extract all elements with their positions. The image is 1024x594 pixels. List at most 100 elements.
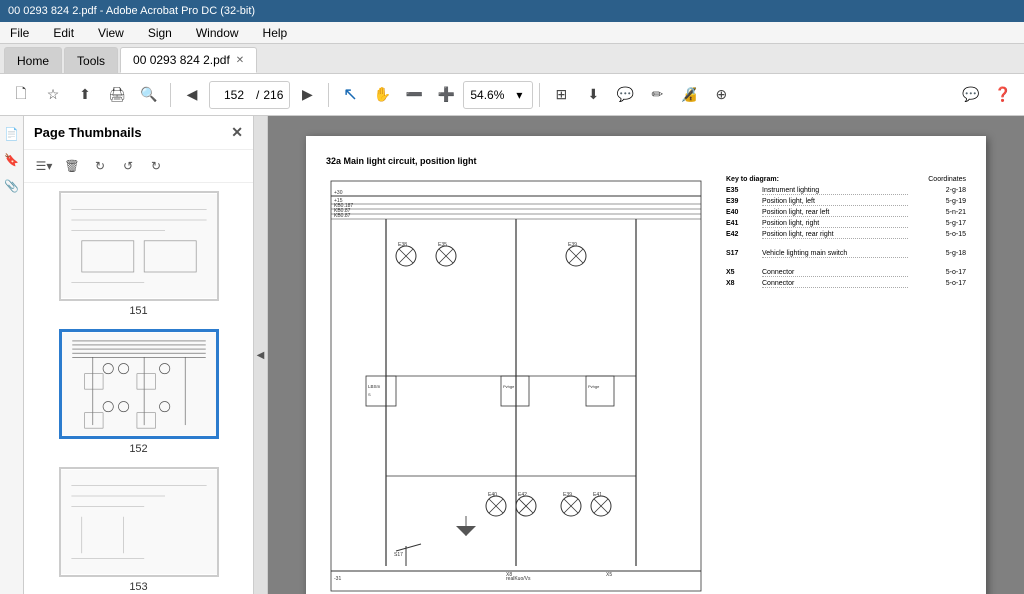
key-code-e40: E40: [726, 209, 754, 216]
svg-text:S17: S17: [394, 552, 403, 558]
pen-button[interactable]: ✏: [642, 80, 672, 110]
thumbnail-152[interactable]: 152: [32, 329, 245, 455]
hand-tool-button[interactable]: ✋: [367, 80, 397, 110]
key-code-x5: X5: [726, 269, 754, 276]
key-code-x8: X8: [726, 280, 754, 287]
tab-tools-label: Tools: [77, 54, 105, 68]
bookmarks-tool[interactable]: 🔖: [2, 150, 22, 170]
zoom-dropdown-icon[interactable]: ▾: [516, 88, 522, 102]
page-input[interactable]: [216, 88, 252, 102]
prev-page-button[interactable]: ◀: [177, 80, 207, 110]
sidebar: Page Thumbnails ✕ ☰▾ 🗑 ↻ ↺ ↻: [24, 116, 254, 594]
menu-help[interactable]: Help: [257, 24, 294, 42]
svg-text:KB0.87: KB0.87: [334, 213, 351, 219]
titlebar: 00 0293 824 2.pdf - Adobe Acrobat Pro DC…: [0, 0, 1024, 22]
zoom-out-toolbar-button[interactable]: 🔍: [134, 80, 164, 110]
new-window-button[interactable]: 🗋: [6, 80, 36, 110]
key-entry-e42: E42 Position light, rear right 5-o-15: [726, 231, 966, 239]
key-title: Key to diagram:: [726, 176, 779, 183]
key-desc-e42: Position light, rear right: [762, 231, 908, 239]
upload-button[interactable]: ⬆: [70, 80, 100, 110]
key-desc-e39: Position light, left: [762, 198, 908, 206]
tab-pdf[interactable]: 00 0293 824 2.pdf ✕: [120, 47, 257, 73]
pages-tool[interactable]: 📄: [2, 124, 22, 144]
comment-button[interactable]: 💬: [610, 80, 640, 110]
content-area[interactable]: 32a Main light circuit, position light: [268, 116, 1024, 594]
diagram-area: +30 +15 KB0.187 KB0.87 KB0.87: [326, 176, 966, 594]
svg-text:+30: +30: [334, 190, 343, 196]
page-sep: /: [256, 88, 259, 102]
zoom-in-button[interactable]: ➕: [431, 80, 461, 110]
pdf-page: 32a Main light circuit, position light: [306, 136, 986, 594]
menu-edit[interactable]: Edit: [47, 24, 80, 42]
sidebar-close-button[interactable]: ✕: [231, 124, 243, 141]
sidebar-collapse-handle[interactable]: ◀: [254, 116, 268, 594]
thumbnail-151[interactable]: 151: [32, 191, 245, 317]
key-code-e35: E35: [726, 187, 754, 194]
toolbar-sep-1: [170, 83, 171, 107]
bookmark-button[interactable]: ☆: [38, 80, 68, 110]
key-entry-x5: X5Connector5-o-17: [726, 269, 966, 277]
key-coord-e41: 5-g-17: [916, 220, 966, 227]
zoom-out-button[interactable]: ➖: [399, 80, 429, 110]
svg-text:E38: E38: [398, 242, 407, 248]
svg-text:S: S: [368, 392, 371, 397]
titlebar-title: 00 0293 824 2.pdf - Adobe Acrobat Pro DC…: [8, 5, 255, 17]
print-button[interactable]: 🖨: [102, 80, 132, 110]
thumbnail-152-label: 152: [32, 443, 245, 455]
tab-tools[interactable]: Tools: [64, 47, 118, 73]
key-code-s17: S17: [726, 250, 754, 257]
key-entry-e39: E39Position light, left5-g-19: [726, 198, 966, 206]
svg-text:E42: E42: [518, 492, 527, 498]
key-desc-s17: Vehicle lighting main switch: [762, 250, 908, 258]
thumbnail-153-label: 153: [32, 581, 245, 593]
sidebar-header: Page Thumbnails ✕: [24, 116, 253, 150]
attachments-tool[interactable]: 📎: [2, 176, 22, 196]
key-entry-e35: E35Instrument lighting2-g-18: [726, 187, 966, 195]
main-area: 📄 🔖 📎 Page Thumbnails ✕ ☰▾ 🗑 ↻ ↺ ↻: [0, 116, 1024, 594]
svg-text:Pvhge: Pvhge: [588, 384, 600, 389]
menu-view[interactable]: View: [92, 24, 130, 42]
chat-icon[interactable]: 💬: [956, 80, 986, 110]
more-tools-button[interactable]: ⊕: [706, 80, 736, 110]
key-desc-x5: Connector: [762, 269, 908, 277]
download-button[interactable]: ⬇: [578, 80, 608, 110]
zoom-input[interactable]: [470, 88, 514, 102]
svg-text:Pvhge: Pvhge: [503, 384, 515, 389]
key-coord-x8: 5-o-17: [916, 280, 966, 287]
page-total: 216: [263, 88, 283, 102]
tools-panel-button[interactable]: ⊞: [546, 80, 576, 110]
tabbar: Home Tools 00 0293 824 2.pdf ✕: [0, 44, 1024, 74]
key-entry-s17: S17 Vehicle lighting main switch 5-g-18: [726, 250, 966, 258]
next-page-button[interactable]: ▶: [292, 80, 322, 110]
menu-window[interactable]: Window: [190, 24, 245, 42]
sidebar-rotate-cw-btn[interactable]: ↻: [88, 154, 112, 178]
key-entry-x8: X8 Connector 5-o-17: [726, 280, 966, 288]
menu-sign[interactable]: Sign: [142, 24, 178, 42]
select-tool-button[interactable]: ↖: [335, 80, 365, 110]
key-desc-x8: Connector: [762, 280, 908, 288]
svg-text:E35: E35: [438, 242, 447, 248]
tab-home[interactable]: Home: [4, 47, 62, 73]
thumbnail-153[interactable]: 153: [32, 467, 245, 593]
key-coord-e42: 5-o-15: [916, 231, 966, 238]
svg-text:E39: E39: [563, 492, 572, 498]
svg-text:E40: E40: [488, 492, 497, 498]
svg-text:-31: -31: [334, 576, 341, 582]
stamp-button[interactable]: 🔏: [674, 80, 704, 110]
key-coord-e40: 5-n-21: [916, 209, 966, 216]
toolbar-sep-3: [539, 83, 540, 107]
sidebar-redo-btn[interactable]: ↻: [144, 154, 168, 178]
tab-close-icon[interactable]: ✕: [236, 55, 244, 66]
sidebar-undo-btn[interactable]: ↺: [116, 154, 140, 178]
coords-header: Coordinates: [928, 176, 966, 183]
key-coord-s17: 5-g-18: [916, 250, 966, 257]
sidebar-toolbar: ☰▾ 🗑 ↻ ↺ ↻: [24, 150, 253, 183]
sidebar-menu-btn[interactable]: ☰▾: [32, 154, 56, 178]
tab-pdf-label: 00 0293 824 2.pdf: [133, 53, 230, 67]
help-button[interactable]: ❓: [988, 80, 1018, 110]
menu-file[interactable]: File: [4, 24, 35, 42]
svg-text:realKuo/Vs: realKuo/Vs: [506, 576, 531, 582]
sidebar-delete-btn[interactable]: 🗑: [60, 154, 84, 178]
key-code-e42: E42: [726, 231, 754, 238]
